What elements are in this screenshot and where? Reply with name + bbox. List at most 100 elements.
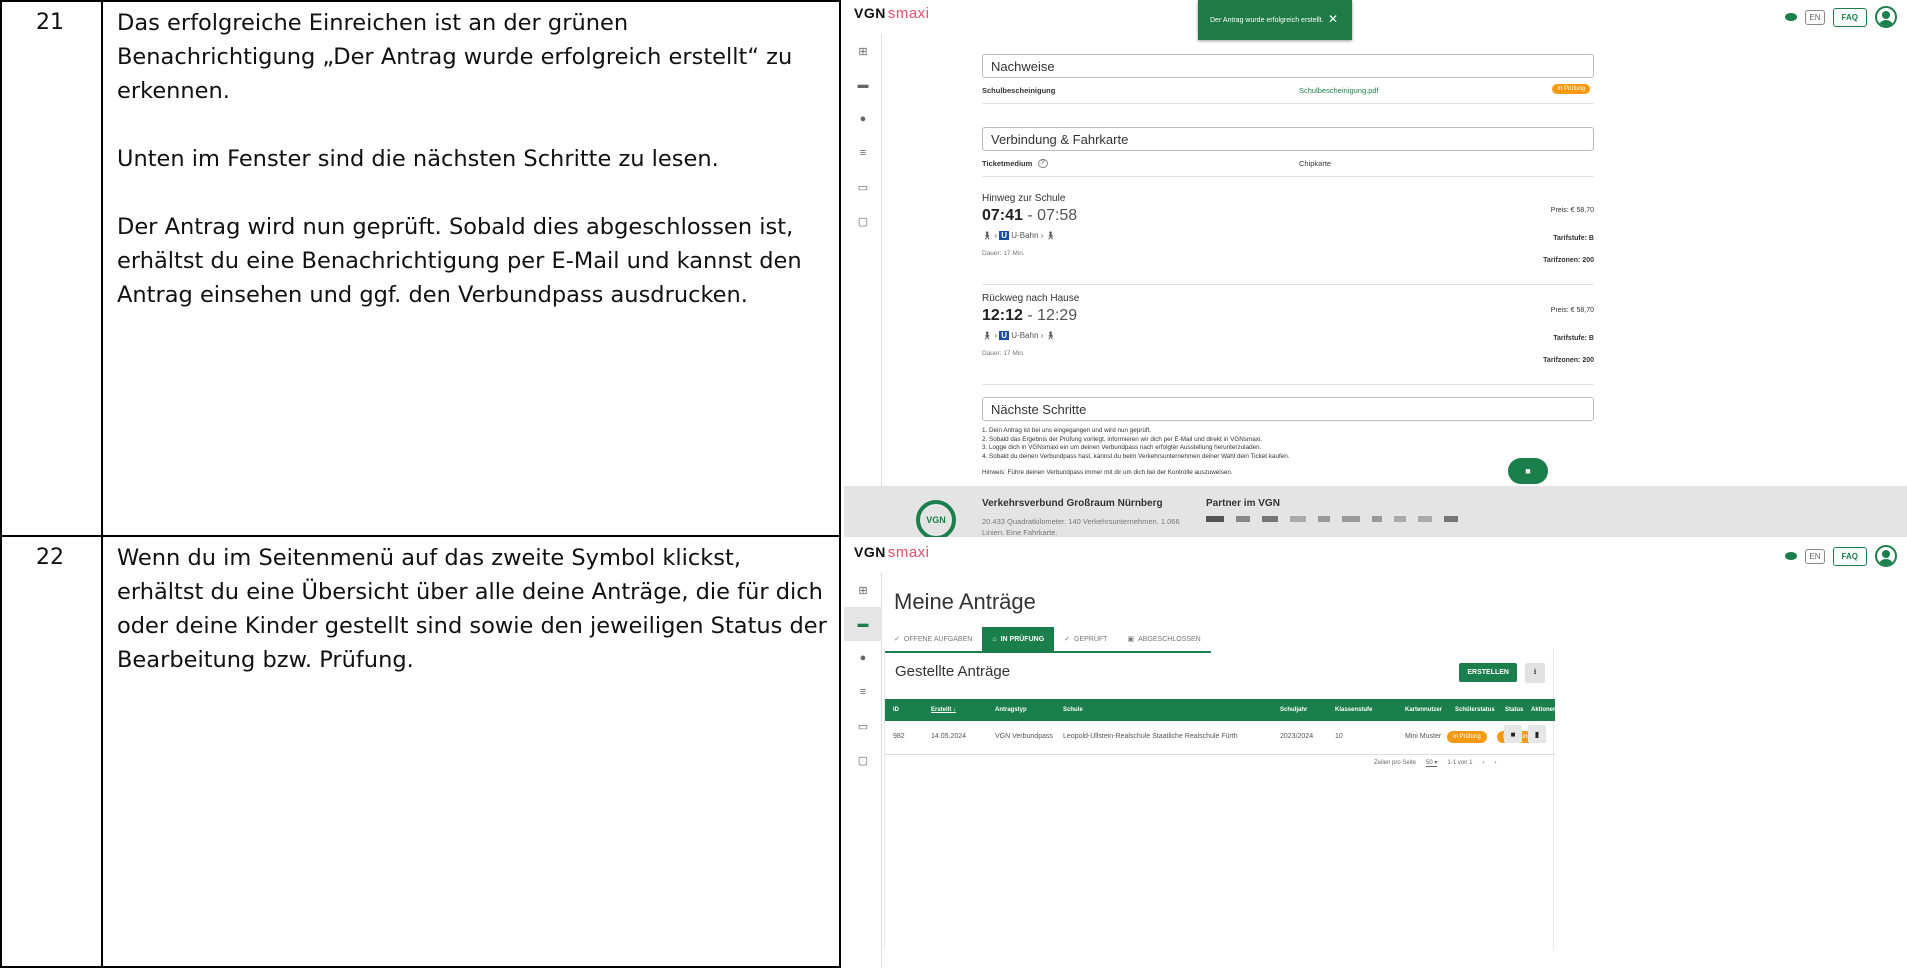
dashboard-icon[interactable]: ⊞ (844, 34, 882, 68)
app-logo[interactable]: VGN smaxi (854, 544, 930, 561)
toast-message: Der Antrag wurde erfolgreich erstellt. (1210, 16, 1324, 24)
delete-icon[interactable]: ▮ (1528, 725, 1546, 743)
chevron-right-icon[interactable]: › (1494, 760, 1496, 766)
document-label: Schulbescheinigung (982, 86, 1056, 95)
column-header: Schuljahr (1280, 707, 1308, 713)
tab-reviewed[interactable]: ✓ GEPRÜFT (1054, 627, 1117, 651)
message-icon[interactable]: ▭ (844, 170, 882, 204)
ticket-value: Chipkarte (1299, 159, 1332, 168)
rows-per-page-select[interactable]: 50 ▾ (1426, 759, 1438, 767)
table-row[interactable]: 982 14.05.2024 VGN Verbundpass Leopold-U… (885, 721, 1555, 755)
row-number: 22 (36, 545, 64, 570)
next-steps-list: 1. Dein Antrag ist bei uns eingegangen u… (982, 427, 1594, 478)
person-icon[interactable]: ● (844, 641, 882, 675)
folder-icon[interactable]: ▬ (844, 607, 882, 641)
column-header: Aktionen (1531, 707, 1557, 713)
success-toast: Der Antrag wurde erfolgreich erstellt. ✕ (1198, 0, 1352, 40)
tab-open-tasks[interactable]: ✓ OFFENE AUFGABEN (884, 627, 982, 651)
ubahn-icon: U (999, 231, 1010, 240)
column-header[interactable]: Erstellt ↓ (931, 707, 956, 713)
row1-num-cell (0, 0, 103, 537)
tab-completed[interactable]: ▣ ABGESCHLOSSEN (1117, 627, 1210, 651)
tab-in-review[interactable]: ⌂ IN PRÜFUNG (982, 627, 1055, 651)
person-icon[interactable]: ● (844, 102, 882, 136)
cell-school: Leopold-Ullstein-Realschule Staatliche R… (1063, 733, 1238, 740)
document-link[interactable]: Schulbescheinigung.pdf (1299, 86, 1379, 95)
ticket-label: Ticketmedium (982, 159, 1033, 168)
rows-per-page-label: Zeilen pro Seite (1374, 760, 1417, 766)
help-icon[interactable]: ? (1038, 159, 1048, 168)
vgn-logo: VGN (916, 500, 956, 537)
chat-fab-button[interactable]: ■ (1508, 458, 1548, 484)
partner-title: Partner im VGN (1206, 498, 1280, 509)
persons-list-icon[interactable]: ≡ (844, 675, 882, 709)
applications-card: Gestellte Anträge ERSTELLEN ⭳ ID Erstell… (884, 649, 1557, 949)
account-icon[interactable] (1875, 545, 1897, 567)
app-logo[interactable]: VGN smaxi (854, 5, 930, 22)
column-header: ID (893, 707, 899, 713)
copy-icon: ▣ (1127, 636, 1135, 643)
footer: VGN Verkehrsverbund Großraum Nürnberg 20… (844, 486, 1907, 537)
row2-num-cell (0, 535, 103, 968)
double-check-icon: ✓ (1064, 636, 1071, 643)
application-panel: Nachweise Schulbescheinigung Schulbesche… (982, 54, 1594, 478)
table-header: ID Erstellt ↓ Antragstyp Schule Schuljah… (885, 699, 1557, 721)
folder-icon[interactable]: ▬ (844, 68, 882, 102)
screenshot-application-detail: VGN smaxi EN FAQ Der Antrag wurde erfolgr… (844, 0, 1907, 537)
message-icon[interactable]: ▭ (844, 709, 882, 743)
logo-smaxi: smaxi (887, 544, 930, 561)
section-header: Verbindung & Fahrkarte (982, 127, 1594, 151)
chat-icon[interactable]: ▢ (844, 743, 882, 777)
language-button[interactable]: EN (1805, 9, 1825, 25)
account-icon[interactable] (1875, 6, 1897, 28)
column-header: Klassenstufe (1335, 707, 1373, 713)
tab-label: OFFENE AUFGABEN (903, 635, 973, 643)
journey-return: Rückweg nach Hause 12:12 - 12:29 Preis: … (982, 293, 1594, 385)
arrival-time: - 07:58 (1022, 207, 1078, 224)
dashboard-icon[interactable]: ⊞ (844, 573, 882, 607)
price: Preis: € 58,70 (1550, 307, 1594, 314)
step-item: 1. Dein Antrag ist bei uns eingegangen u… (982, 427, 1152, 434)
download-icon[interactable]: ⭳ (1525, 663, 1545, 683)
section-header: Nachweise (982, 54, 1594, 78)
footer-text: 20.433 Quadratkilometer. 140 Verkehrsunt… (982, 517, 1180, 537)
app-header: VGN smaxi EN FAQ (844, 539, 1907, 573)
close-icon[interactable]: ✕ (1328, 12, 1338, 26)
check-icon: ✓ (894, 636, 900, 643)
section-header: Nächste Schritte (982, 397, 1594, 421)
comment-icon[interactable]: ■ (1504, 725, 1522, 743)
tariff-level: Tarifstufe: B (1553, 235, 1594, 242)
cell-type: VGN Verbundpass (995, 733, 1053, 740)
app-header: VGN smaxi EN FAQ (844, 0, 1907, 34)
faq-button[interactable]: FAQ (1832, 7, 1867, 27)
paragraph: Unten im Fenster sind die nächsten Schri… (117, 146, 719, 172)
paragraph: Der Antrag wird nun geprüft. Sobald dies… (117, 214, 802, 308)
rows-per-page-value: 50 (1426, 760, 1433, 766)
cell-created: 14.05.2024 (931, 733, 967, 740)
row-text: Das erfolgreiche Einreichen ist an der g… (117, 6, 832, 346)
journey-outbound: Hinweg zur Schule 07:41 - 07:58 Preis: €… (982, 193, 1594, 285)
chat-icon[interactable]: ▢ (844, 204, 882, 238)
faq-button[interactable]: FAQ (1832, 546, 1867, 566)
persons-list-icon[interactable]: ≡ (844, 136, 882, 170)
column-header: Antragstyp (995, 707, 1027, 713)
language-button[interactable]: EN (1805, 548, 1825, 564)
duration: Dauer: 17 Min. (982, 250, 1025, 257)
step-item: 3. Logge dich in VGNsmaxi ein um deinen … (982, 444, 1262, 451)
eye-icon[interactable] (1785, 552, 1798, 560)
walk-icon: 🚶︎ (982, 231, 993, 240)
tariff-zones: Tarifzonen: 200 (1543, 257, 1594, 264)
pagination: Zeilen pro Seite 50 ▾ 1-1 von 1 ‹ › (1374, 759, 1496, 767)
page-range: 1-1 von 1 (1447, 760, 1473, 766)
cell-grade: 10 (1335, 733, 1343, 740)
column-header: Schülerstatus (1455, 707, 1495, 713)
logo-vgn: VGN (854, 5, 886, 21)
sidebar: ⊞ ▬ ● ≡ ▭ ▢ (844, 34, 882, 537)
chevron-left-icon[interactable]: ‹ (1482, 760, 1484, 766)
step-item: 4. Sobald du deinen Verbundpass hast, ka… (982, 452, 1290, 460)
create-button[interactable]: ERSTELLEN (1459, 663, 1517, 682)
eye-icon[interactable] (1785, 13, 1798, 21)
paragraph: Wenn du im Seitenmenü auf das zweite Sym… (117, 545, 827, 673)
departure-time: 12:12 (982, 307, 1023, 324)
screenshot-my-applications: VGN smaxi EN FAQ ⊞ ▬ ● ≡ ▭ ▢ Meine Anträg… (844, 539, 1907, 968)
